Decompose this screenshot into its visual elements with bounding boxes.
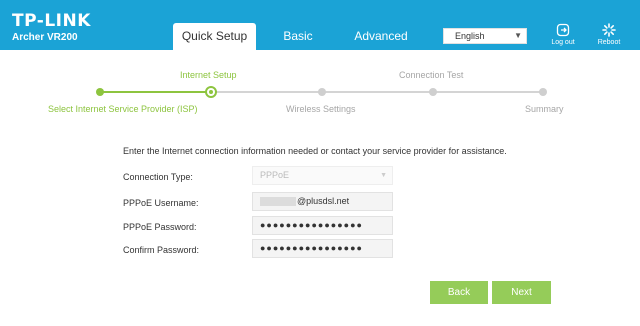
step-dot-isp bbox=[96, 88, 104, 96]
logout-button[interactable]: Log out bbox=[547, 23, 579, 46]
username-label: PPPoE Username: bbox=[123, 198, 199, 208]
step-dot-internet-setup bbox=[205, 86, 217, 98]
next-button[interactable]: Next bbox=[492, 281, 551, 304]
tab-basic[interactable]: Basic bbox=[272, 23, 324, 50]
model-name: Archer VR200 bbox=[12, 32, 78, 43]
intro-text: Enter the Internet connection informatio… bbox=[123, 146, 507, 156]
logout-label: Log out bbox=[551, 39, 575, 46]
reboot-icon bbox=[602, 23, 616, 37]
top-header-bar: TP-LINK Archer VR200 Quick Setup Basic A… bbox=[0, 0, 640, 50]
step-connection-test: Connection Test bbox=[399, 70, 464, 80]
language-value: English bbox=[455, 31, 485, 41]
confirm-password-input[interactable]: ●●●●●●●●●●●●●●●● bbox=[252, 239, 393, 258]
brand-logo: TP-LINK bbox=[12, 11, 91, 31]
username-input[interactable]: @plusdsl.net bbox=[252, 192, 393, 211]
tab-advanced[interactable]: Advanced bbox=[345, 23, 417, 50]
reboot-button[interactable]: Reboot bbox=[593, 23, 625, 46]
progress-track-remaining bbox=[212, 91, 544, 93]
progress-track-done bbox=[100, 91, 212, 93]
language-select[interactable]: English ▼ bbox=[443, 28, 527, 44]
step-dot-wireless bbox=[318, 88, 326, 96]
connection-type-value: PPPoE bbox=[260, 170, 290, 180]
back-button[interactable]: Back bbox=[430, 281, 488, 304]
tab-quick-setup[interactable]: Quick Setup bbox=[173, 23, 256, 50]
logout-icon bbox=[556, 23, 570, 37]
chevron-down-icon: ▼ bbox=[380, 172, 387, 179]
connection-type-select: PPPoE ▼ bbox=[252, 166, 393, 185]
confirm-password-label: Confirm Password: bbox=[123, 245, 200, 255]
step-internet-setup: Internet Setup bbox=[180, 70, 237, 80]
confirm-password-value: ●●●●●●●●●●●●●●●● bbox=[260, 243, 363, 253]
step-summary: Summary bbox=[525, 104, 564, 114]
step-select-isp: Select Internet Service Provider (ISP) bbox=[48, 104, 198, 114]
brand: TP-LINK Archer VR200 bbox=[12, 11, 91, 44]
step-dot-summary bbox=[539, 88, 547, 96]
step-dot-connection-test bbox=[429, 88, 437, 96]
redacted-username bbox=[260, 197, 296, 207]
chevron-down-icon: ▼ bbox=[514, 31, 522, 40]
password-input[interactable]: ●●●●●●●●●●●●●●●● bbox=[252, 216, 393, 235]
reboot-label: Reboot bbox=[597, 39, 621, 46]
connection-type-label: Connection Type: bbox=[123, 172, 193, 182]
password-label: PPPoE Password: bbox=[123, 222, 197, 232]
password-value: ●●●●●●●●●●●●●●●● bbox=[260, 220, 363, 230]
step-wireless-settings: Wireless Settings bbox=[286, 104, 356, 114]
username-value: @plusdsl.net bbox=[297, 196, 350, 206]
